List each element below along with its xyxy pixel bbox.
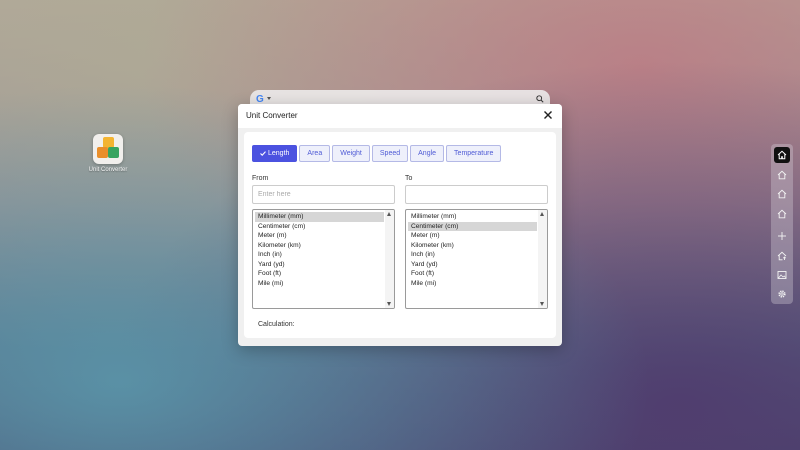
from-unit-option[interactable]: Mile (mi) (255, 279, 384, 289)
dock-home-button[interactable] (774, 147, 790, 163)
search-icon[interactable] (536, 95, 544, 103)
calculation-label: Calculation: (258, 321, 295, 328)
from-unit-option[interactable]: Yard (yd) (255, 260, 384, 270)
chevron-down-icon[interactable] (267, 97, 271, 100)
to-unit-option[interactable]: Kilometer (km) (408, 241, 537, 251)
close-icon[interactable] (542, 109, 554, 121)
tab-length[interactable]: Length (252, 145, 298, 162)
dock-home-button-4[interactable] (774, 206, 790, 222)
dock-home-button-2[interactable] (774, 167, 790, 183)
to-unit-option[interactable]: Foot (ft) (408, 269, 537, 279)
plus-icon (778, 232, 786, 240)
scroll-up-arrow-icon[interactable] (387, 212, 391, 216)
to-unit-list[interactable]: Millimeter (mm) Centimeter (cm) Meter (m) K… (405, 209, 548, 309)
tab-weight[interactable]: Weight (332, 145, 370, 162)
unit-converter-dialog: Unit Converter Length Area Weight Speed … (238, 104, 562, 346)
scroll-down-arrow-icon[interactable] (540, 302, 544, 306)
home-icon (777, 189, 787, 199)
from-unit-option[interactable]: Kilometer (km) (255, 241, 384, 251)
tab-label: Angle (418, 150, 437, 157)
dock-home-button-3[interactable] (774, 186, 790, 202)
from-value-input[interactable] (252, 185, 395, 204)
to-unit-option[interactable]: Meter (m) (408, 231, 537, 241)
to-unit-option[interactable]: Centimeter (cm) (408, 221, 537, 231)
from-list-scrollbar[interactable] (385, 210, 394, 308)
right-dock (771, 144, 793, 304)
from-label: From (252, 175, 269, 182)
to-unit-option[interactable]: Inch (in) (408, 250, 537, 260)
to-list-scrollbar[interactable] (538, 210, 547, 308)
tab-label: Weight (340, 150, 362, 157)
house-upload-icon (777, 251, 787, 261)
dock-house-upload-button[interactable] (774, 248, 790, 264)
home-icon (777, 209, 787, 219)
image-icon (777, 271, 787, 279)
from-unit-option[interactable]: Millimeter (mm) (255, 212, 384, 222)
from-unit-option[interactable]: Centimeter (cm) (255, 222, 384, 232)
dialog-header: Unit Converter (238, 104, 562, 128)
scroll-up-arrow-icon[interactable] (540, 212, 544, 216)
from-unit-list[interactable]: Millimeter (mm) Centimeter (cm) Meter (m) K… (252, 209, 395, 309)
from-unit-option[interactable]: Foot (ft) (255, 269, 384, 279)
dock-add-button[interactable] (774, 228, 790, 244)
scroll-down-arrow-icon[interactable] (387, 302, 391, 306)
from-unit-option[interactable]: Inch (in) (255, 250, 384, 260)
from-unit-option[interactable]: Meter (m) (255, 231, 384, 241)
tab-label: Temperature (454, 150, 494, 157)
tab-speed[interactable]: Speed (371, 145, 409, 162)
unit-category-tabs: Length Area Weight Speed Angle Temperatu… (252, 145, 502, 162)
to-unit-option[interactable]: Mile (mi) (408, 279, 537, 289)
tab-label: Speed (379, 150, 401, 157)
dock-settings-button[interactable] (774, 286, 790, 302)
unit-converter-desktop-icon[interactable]: Unit Converter (84, 134, 132, 173)
checkmark-icon (260, 150, 266, 156)
tab-angle[interactable]: Angle (410, 145, 445, 162)
to-label: To (405, 175, 413, 182)
home-icon (777, 170, 787, 180)
tab-area[interactable]: Area (299, 145, 331, 162)
dialog-title: Unit Converter (246, 111, 298, 120)
cubes-app-icon (93, 134, 123, 164)
desktop-icon-label: Unit Converter (88, 167, 128, 173)
to-unit-option[interactable]: Yard (yd) (408, 260, 537, 270)
to-unit-option[interactable]: Millimeter (mm) (408, 212, 537, 222)
gear-icon (778, 290, 786, 298)
dock-image-button[interactable] (774, 267, 790, 283)
converter-panel: Length Area Weight Speed Angle Temperatu… (244, 132, 556, 338)
tab-label: Area (307, 150, 323, 157)
tab-label: Length (268, 150, 290, 157)
to-value-input[interactable] (405, 185, 548, 204)
home-icon (777, 150, 787, 160)
tab-temperature[interactable]: Temperature (446, 145, 502, 162)
